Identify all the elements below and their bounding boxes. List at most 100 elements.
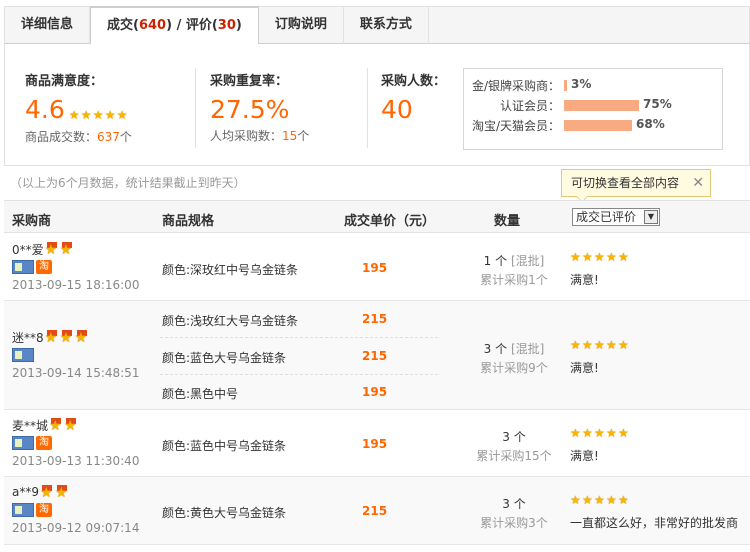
star-icon: ★ (582, 493, 593, 507)
close-icon[interactable]: ✕ (692, 170, 704, 196)
star-icon: ★ (570, 338, 581, 352)
summary-panel: 商品满意度： 4.6 ★★★★★ 商品成交数：637个 采购重复率： 27.5% … (4, 44, 750, 166)
switch-tooltip: 可切换查看全部内容 ✕ (561, 169, 711, 203)
review-stars: ★★★★★ (570, 338, 630, 352)
review-cell: ★★★★★ 一直都这么好，非常好的批发商 (570, 493, 738, 531)
table-row: 迷**8 2013-09-14 15:48:51 颜色:浅玫红大号乌金链条 215 颜色… (4, 301, 750, 410)
star-icon: ★ (570, 250, 581, 264)
star-icon: ★ (80, 108, 92, 122)
member-pct: 75% (643, 97, 672, 111)
trade-date: 2013-09-15 18:16:00 (12, 278, 140, 292)
buyer-name[interactable]: a**9 (12, 485, 39, 499)
buyer-badges: 淘 (12, 503, 139, 517)
tab-contact[interactable]: 联系方式 (344, 7, 429, 44)
quantity-cell: 3 个 累计采购15个 (444, 428, 584, 464)
trade-date: 2013-09-13 11:30:40 (12, 454, 140, 468)
item-price: 195 (362, 437, 388, 451)
avg-purchase-label: 人均采购数： (210, 129, 283, 143)
repurchase-block: 采购重复率： 27.5% 人均采购数：15个 (210, 70, 309, 144)
trade-count-line: 商品成交数：637个 (25, 128, 132, 145)
tab-trades-prefix: 成交( (107, 18, 139, 33)
item-price: 215 (362, 312, 388, 326)
review-count: 30 (217, 18, 236, 33)
star-icon: ★ (92, 108, 104, 122)
quantity-value: 1 个 (483, 254, 508, 268)
medal-icon (64, 417, 78, 433)
trade-date: 2013-09-12 09:07:14 (12, 521, 140, 535)
review-text: 满意! (570, 361, 599, 375)
tab-order-info[interactable]: 订购说明 (259, 7, 344, 44)
buyer-info: 0**爱淘 2013-09-15 18:16:00 (12, 241, 139, 292)
table-row: 麦**城淘 2013-09-13 11:30:40 颜色:蓝色中号乌金链条 195 3 … (4, 410, 750, 477)
review-filter-select[interactable]: 成交已评价 ▼ (572, 208, 660, 226)
star-icon: ★ (606, 338, 617, 352)
verified-id-icon (12, 348, 34, 362)
member-row: 淘宝/天猫会员： 68% (464, 117, 722, 135)
satisfaction-stars: ★★★★★ (69, 96, 129, 126)
dropdown-arrow-icon[interactable]: ▼ (644, 210, 658, 224)
tab-trades-reviews[interactable]: 成交(640) / 评价(30) (90, 6, 259, 44)
quantity-line: 3 个 (444, 428, 584, 445)
tab-trades-suffix: ) (235, 18, 242, 33)
trade-count-unit: 个 (119, 130, 132, 144)
avg-purchase-value: 15 (282, 129, 298, 143)
item-spec: 颜色:黑色中号 (162, 387, 239, 401)
medal-icon (55, 484, 69, 500)
spec-separator (160, 337, 438, 338)
star-icon: ★ (618, 338, 629, 352)
item-price: 195 (362, 385, 388, 399)
quantity-value: 3 个 (502, 497, 526, 511)
member-label: 认证会员： (499, 99, 560, 113)
buyer-name-line: a**9 (12, 484, 139, 500)
header-qty: 数量 (494, 214, 521, 229)
taobao-icon: 淘 (36, 260, 52, 274)
verified-id-icon (12, 503, 34, 517)
buyer-name[interactable]: 迷**8 (12, 329, 44, 346)
cumulative-purchase: 累计采购3个 (480, 516, 548, 530)
member-bar (564, 100, 639, 111)
quantity-line: 3 个 (444, 495, 584, 512)
buyer-name[interactable]: 麦**城 (12, 417, 48, 434)
trade-count-label: 商品成交数： (25, 130, 98, 144)
star-icon: ★ (116, 108, 128, 122)
item-spec: 颜色:黄色大号乌金链条 (162, 506, 287, 520)
buyers-title: 采购人数： (381, 74, 447, 89)
star-icon: ★ (618, 426, 629, 440)
table-row: a**9 淘 2013-09-12 09:07:14 颜色:黄色大号乌金链条 215 3 … (4, 477, 750, 545)
medal-icon (60, 329, 74, 345)
tab-bar: 详细信息 成交(640) / 评价(30) 订购说明 联系方式 (4, 6, 750, 44)
table-header: 采购商 商品规格 成交单价（元） 数量 成交已评价 ▼ (4, 200, 750, 233)
buyer-name-line: 迷**8 (12, 329, 139, 345)
verified-id-icon (12, 260, 34, 274)
cumulative-purchase: 累计采购15个 (476, 449, 552, 463)
buyer-info: 迷**8 2013-09-14 15:48:51 (12, 329, 139, 380)
buyer-badges: 淘 (12, 260, 139, 274)
item-spec: 颜色:浅玫红大号乌金链条 (162, 314, 299, 328)
item-price: 195 (362, 261, 388, 275)
quantity-cell: 3 个 [混批] 累计采购9个 (444, 340, 584, 376)
table-row: 0**爱淘 2013-09-15 18:16:00 颜色:深玫红中号乌金链条 195 1… (4, 234, 750, 301)
review-cell: ★★★★★ 满意! (570, 426, 630, 464)
member-pct: 3% (571, 77, 592, 91)
member-label: 金/银牌采购商： (471, 79, 560, 93)
header-price: 成交单价（元） (344, 214, 436, 229)
trade-date: 2013-09-14 15:48:51 (12, 366, 140, 380)
tab-details[interactable]: 详细信息 (5, 7, 91, 44)
buyer-info: 麦**城淘 2013-09-13 11:30:40 (12, 417, 139, 468)
buyer-name-line: 0**爱 (12, 241, 139, 257)
quantity-value: 3 个 (483, 342, 508, 356)
cumulative-purchase: 累计采购9个 (480, 361, 548, 375)
buyer-name[interactable]: 0**爱 (12, 241, 44, 258)
star-icon: ★ (68, 108, 80, 122)
medal-icon (40, 484, 54, 500)
member-label: 淘宝/天猫会员： (471, 119, 560, 133)
star-icon: ★ (606, 493, 617, 507)
mixed-batch-tag: [混批] (510, 342, 545, 356)
star-icon: ★ (618, 493, 629, 507)
star-icon: ★ (582, 250, 593, 264)
star-icon: ★ (606, 250, 617, 264)
filter-selected-value: 成交已评价 (576, 210, 637, 224)
summary-divider (367, 68, 368, 148)
item-price: 215 (362, 504, 388, 518)
star-icon: ★ (582, 426, 593, 440)
